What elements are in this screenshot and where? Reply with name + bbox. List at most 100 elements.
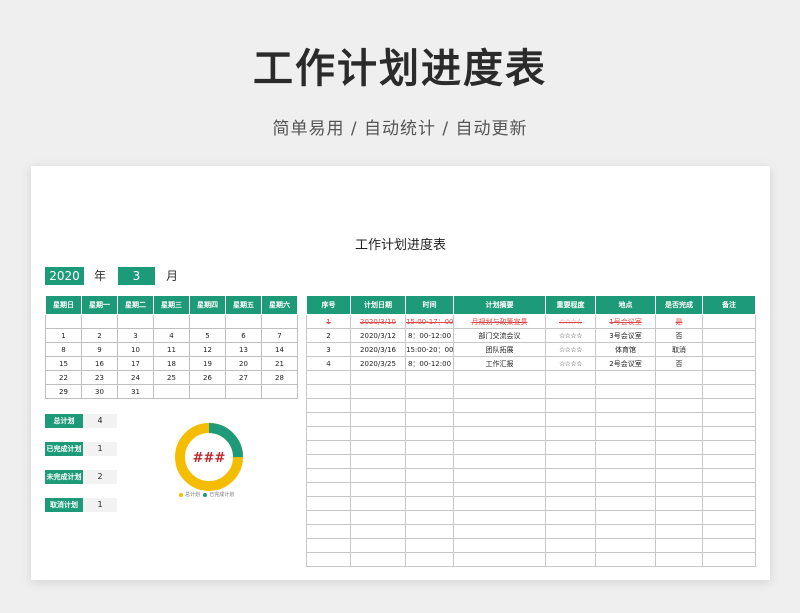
calendar-day-cell[interactable]: 26: [189, 370, 226, 385]
plan-empty-cell[interactable]: [702, 384, 756, 399]
plan-empty-cell[interactable]: [306, 482, 351, 497]
calendar-day-cell[interactable]: [189, 314, 226, 329]
calendar-day-cell[interactable]: [261, 314, 298, 329]
plan-empty-cell[interactable]: [655, 552, 703, 567]
plan-cell[interactable]: [702, 342, 756, 357]
plan-cell[interactable]: 2020/3/16: [350, 342, 406, 357]
calendar-day-cell[interactable]: 16: [81, 356, 118, 371]
plan-cell[interactable]: 15:00-20：00: [405, 342, 454, 357]
plan-cell[interactable]: ☆☆☆☆: [545, 356, 596, 371]
plan-cell[interactable]: 部门交流会议: [453, 328, 546, 343]
plan-cell[interactable]: 2020/3/25: [350, 356, 406, 371]
plan-empty-cell[interactable]: [702, 468, 756, 483]
plan-empty-cell[interactable]: [453, 412, 546, 427]
calendar-day-cell[interactable]: 8: [45, 342, 82, 357]
plan-empty-cell[interactable]: [306, 440, 351, 455]
calendar-day-cell[interactable]: [153, 384, 190, 399]
plan-empty-cell[interactable]: [306, 468, 351, 483]
calendar-day-cell[interactable]: 30: [81, 384, 118, 399]
plan-empty-cell[interactable]: [595, 440, 656, 455]
calendar-day-cell[interactable]: 28: [261, 370, 298, 385]
calendar-day-cell[interactable]: 5: [189, 328, 226, 343]
plan-empty-cell[interactable]: [350, 412, 406, 427]
plan-empty-cell[interactable]: [350, 426, 406, 441]
plan-empty-cell[interactable]: [655, 468, 703, 483]
plan-empty-cell[interactable]: [702, 454, 756, 469]
plan-empty-cell[interactable]: [306, 454, 351, 469]
calendar-day-cell[interactable]: [225, 314, 262, 329]
plan-empty-cell[interactable]: [702, 524, 756, 539]
plan-empty-cell[interactable]: [350, 454, 406, 469]
plan-empty-cell[interactable]: [350, 552, 406, 567]
plan-empty-cell[interactable]: [545, 496, 596, 511]
plan-cell[interactable]: 3: [306, 342, 351, 357]
calendar-day-cell[interactable]: [45, 314, 82, 329]
calendar-day-cell[interactable]: [117, 314, 154, 329]
plan-cell[interactable]: 1号会议室: [595, 314, 656, 329]
calendar-day-cell[interactable]: 4: [153, 328, 190, 343]
plan-cell[interactable]: 2号会议室: [595, 356, 656, 371]
plan-empty-cell[interactable]: [595, 426, 656, 441]
plan-empty-cell[interactable]: [350, 468, 406, 483]
plan-empty-cell[interactable]: [405, 454, 454, 469]
plan-empty-cell[interactable]: [453, 426, 546, 441]
plan-empty-cell[interactable]: [405, 524, 454, 539]
calendar-day-cell[interactable]: 27: [225, 370, 262, 385]
plan-cell[interactable]: 否: [655, 328, 703, 343]
calendar-day-cell[interactable]: 31: [117, 384, 154, 399]
plan-empty-cell[interactable]: [405, 384, 454, 399]
plan-empty-cell[interactable]: [350, 482, 406, 497]
plan-empty-cell[interactable]: [595, 370, 656, 385]
plan-empty-cell[interactable]: [702, 552, 756, 567]
plan-cell[interactable]: 否: [655, 356, 703, 371]
plan-empty-cell[interactable]: [453, 440, 546, 455]
calendar-day-cell[interactable]: [153, 314, 190, 329]
plan-empty-cell[interactable]: [655, 384, 703, 399]
plan-empty-cell[interactable]: [405, 538, 454, 553]
plan-empty-cell[interactable]: [702, 440, 756, 455]
plan-cell[interactable]: [702, 314, 756, 329]
plan-empty-cell[interactable]: [350, 496, 406, 511]
plan-empty-cell[interactable]: [655, 370, 703, 385]
calendar-day-cell[interactable]: 19: [189, 356, 226, 371]
plan-empty-cell[interactable]: [545, 552, 596, 567]
plan-cell[interactable]: 月规划与政策宣贯: [453, 314, 546, 329]
plan-empty-cell[interactable]: [702, 510, 756, 525]
calendar-day-cell[interactable]: 6: [225, 328, 262, 343]
plan-empty-cell[interactable]: [595, 454, 656, 469]
calendar-day-cell[interactable]: 21: [261, 356, 298, 371]
plan-cell[interactable]: 2: [306, 328, 351, 343]
plan-empty-cell[interactable]: [595, 552, 656, 567]
plan-empty-cell[interactable]: [453, 510, 546, 525]
plan-empty-cell[interactable]: [595, 468, 656, 483]
plan-empty-cell[interactable]: [702, 412, 756, 427]
plan-empty-cell[interactable]: [545, 538, 596, 553]
plan-cell[interactable]: 团队拓展: [453, 342, 546, 357]
calendar-day-cell[interactable]: 24: [117, 370, 154, 385]
calendar-day-cell[interactable]: 18: [153, 356, 190, 371]
plan-empty-cell[interactable]: [545, 440, 596, 455]
plan-empty-cell[interactable]: [453, 468, 546, 483]
plan-empty-cell[interactable]: [545, 482, 596, 497]
calendar-day-cell[interactable]: 25: [153, 370, 190, 385]
plan-cell[interactable]: ☆☆☆☆: [545, 342, 596, 357]
plan-empty-cell[interactable]: [655, 398, 703, 413]
plan-empty-cell[interactable]: [306, 552, 351, 567]
plan-empty-cell[interactable]: [405, 426, 454, 441]
plan-empty-cell[interactable]: [545, 524, 596, 539]
plan-empty-cell[interactable]: [595, 482, 656, 497]
plan-empty-cell[interactable]: [306, 426, 351, 441]
plan-empty-cell[interactable]: [453, 370, 546, 385]
calendar-day-cell[interactable]: [189, 384, 226, 399]
calendar-day-cell[interactable]: 22: [45, 370, 82, 385]
plan-cell[interactable]: 8：00-12:00: [405, 328, 454, 343]
plan-cell[interactable]: 体育馆: [595, 342, 656, 357]
plan-empty-cell[interactable]: [655, 524, 703, 539]
plan-cell[interactable]: 2020/3/12: [350, 328, 406, 343]
calendar-day-cell[interactable]: [261, 384, 298, 399]
plan-empty-cell[interactable]: [545, 510, 596, 525]
plan-empty-cell[interactable]: [405, 468, 454, 483]
plan-empty-cell[interactable]: [405, 412, 454, 427]
plan-empty-cell[interactable]: [306, 496, 351, 511]
plan-empty-cell[interactable]: [702, 398, 756, 413]
